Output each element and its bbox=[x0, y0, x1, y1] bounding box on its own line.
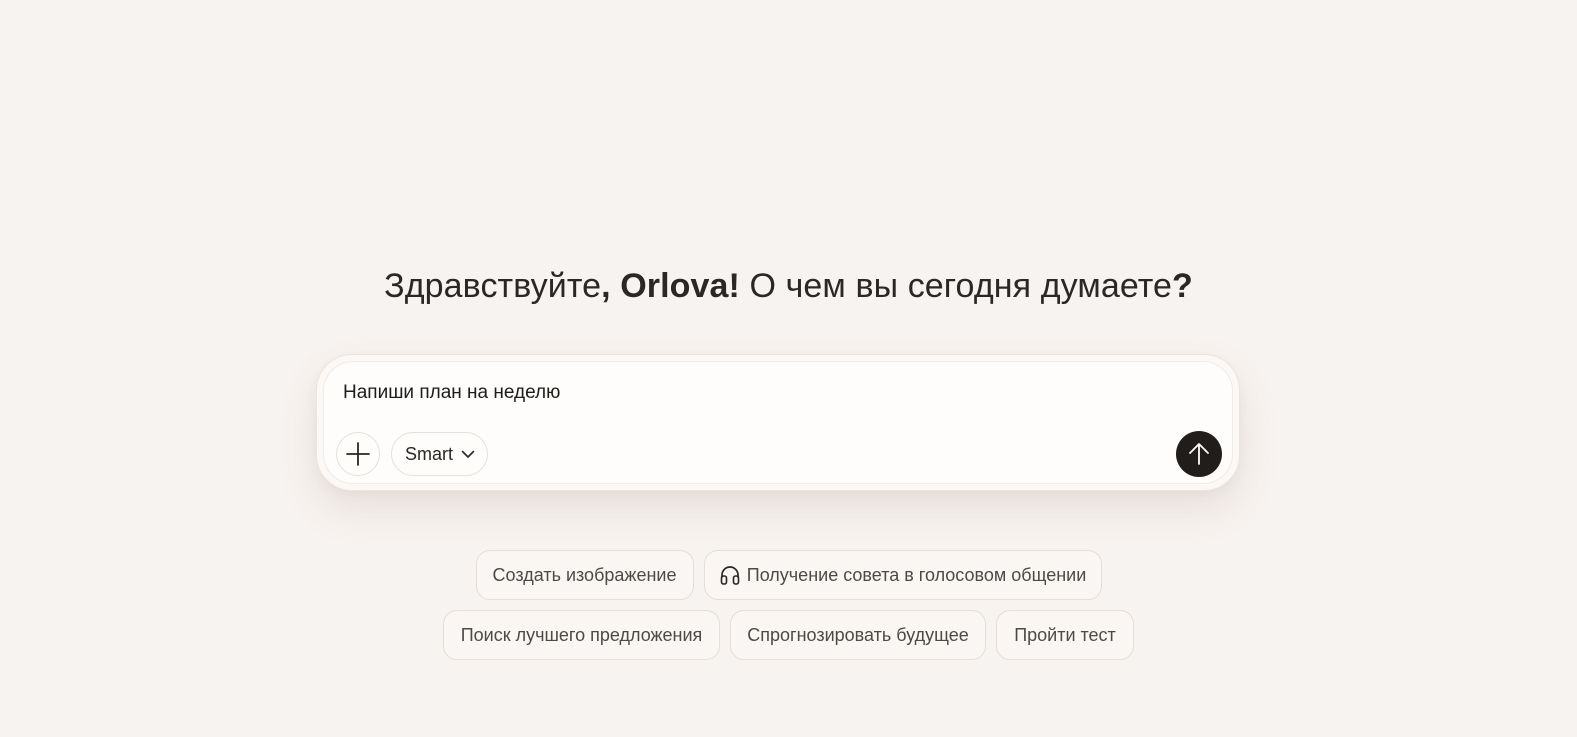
suggestion-voice-advice[interactable]: Получение совета в голосовом общении bbox=[703, 550, 1102, 600]
chevron-down-icon bbox=[461, 447, 475, 461]
suggestion-create-image[interactable]: Создать изображение bbox=[475, 550, 694, 600]
suggestion-best-offer[interactable]: Поиск лучшего предложения bbox=[443, 610, 720, 660]
attach-button[interactable] bbox=[336, 432, 380, 476]
greeting-user-name: Orlova! bbox=[620, 267, 740, 305]
suggestion-label: Спрогнозировать будущее bbox=[747, 624, 969, 645]
arrow-up-icon bbox=[1189, 443, 1209, 465]
chat-home-page: Здравствуйте, Orlova! О чем вы сегодня д… bbox=[0, 0, 1577, 737]
suggestions-row-2: Поиск лучшего предложения Спрогнозироват… bbox=[0, 610, 1577, 660]
send-button[interactable] bbox=[1176, 431, 1222, 477]
mode-dropdown[interactable]: Smart bbox=[391, 432, 488, 476]
greeting-hello: Здравствуйте bbox=[384, 267, 602, 305]
greeting-question: О чем вы сегодня думаете bbox=[739, 267, 1173, 305]
suggestion-take-test[interactable]: Пройти тест bbox=[996, 610, 1134, 660]
greeting-heading: Здравствуйте, Orlova! О чем вы сегодня д… bbox=[0, 262, 1577, 310]
greeting-comma: , bbox=[601, 267, 621, 305]
suggestions-row-1: Создать изображение Получение совета в г… bbox=[0, 550, 1577, 600]
suggestion-label: Пройти тест bbox=[1014, 624, 1116, 645]
plus-icon bbox=[346, 442, 370, 466]
composer-box: Smart bbox=[323, 361, 1233, 484]
suggestion-predict-future[interactable]: Спрогнозировать будущее bbox=[730, 610, 986, 660]
headphones-icon bbox=[719, 564, 741, 586]
suggestion-label: Создать изображение bbox=[492, 564, 677, 585]
prompt-input[interactable] bbox=[343, 378, 1163, 408]
greeting-question-mark: ? bbox=[1172, 267, 1193, 305]
mode-label: Smart bbox=[405, 443, 454, 464]
suggestion-label: Поиск лучшего предложения bbox=[460, 624, 703, 645]
suggestion-label: Получение совета в голосовом общении bbox=[746, 564, 1087, 585]
